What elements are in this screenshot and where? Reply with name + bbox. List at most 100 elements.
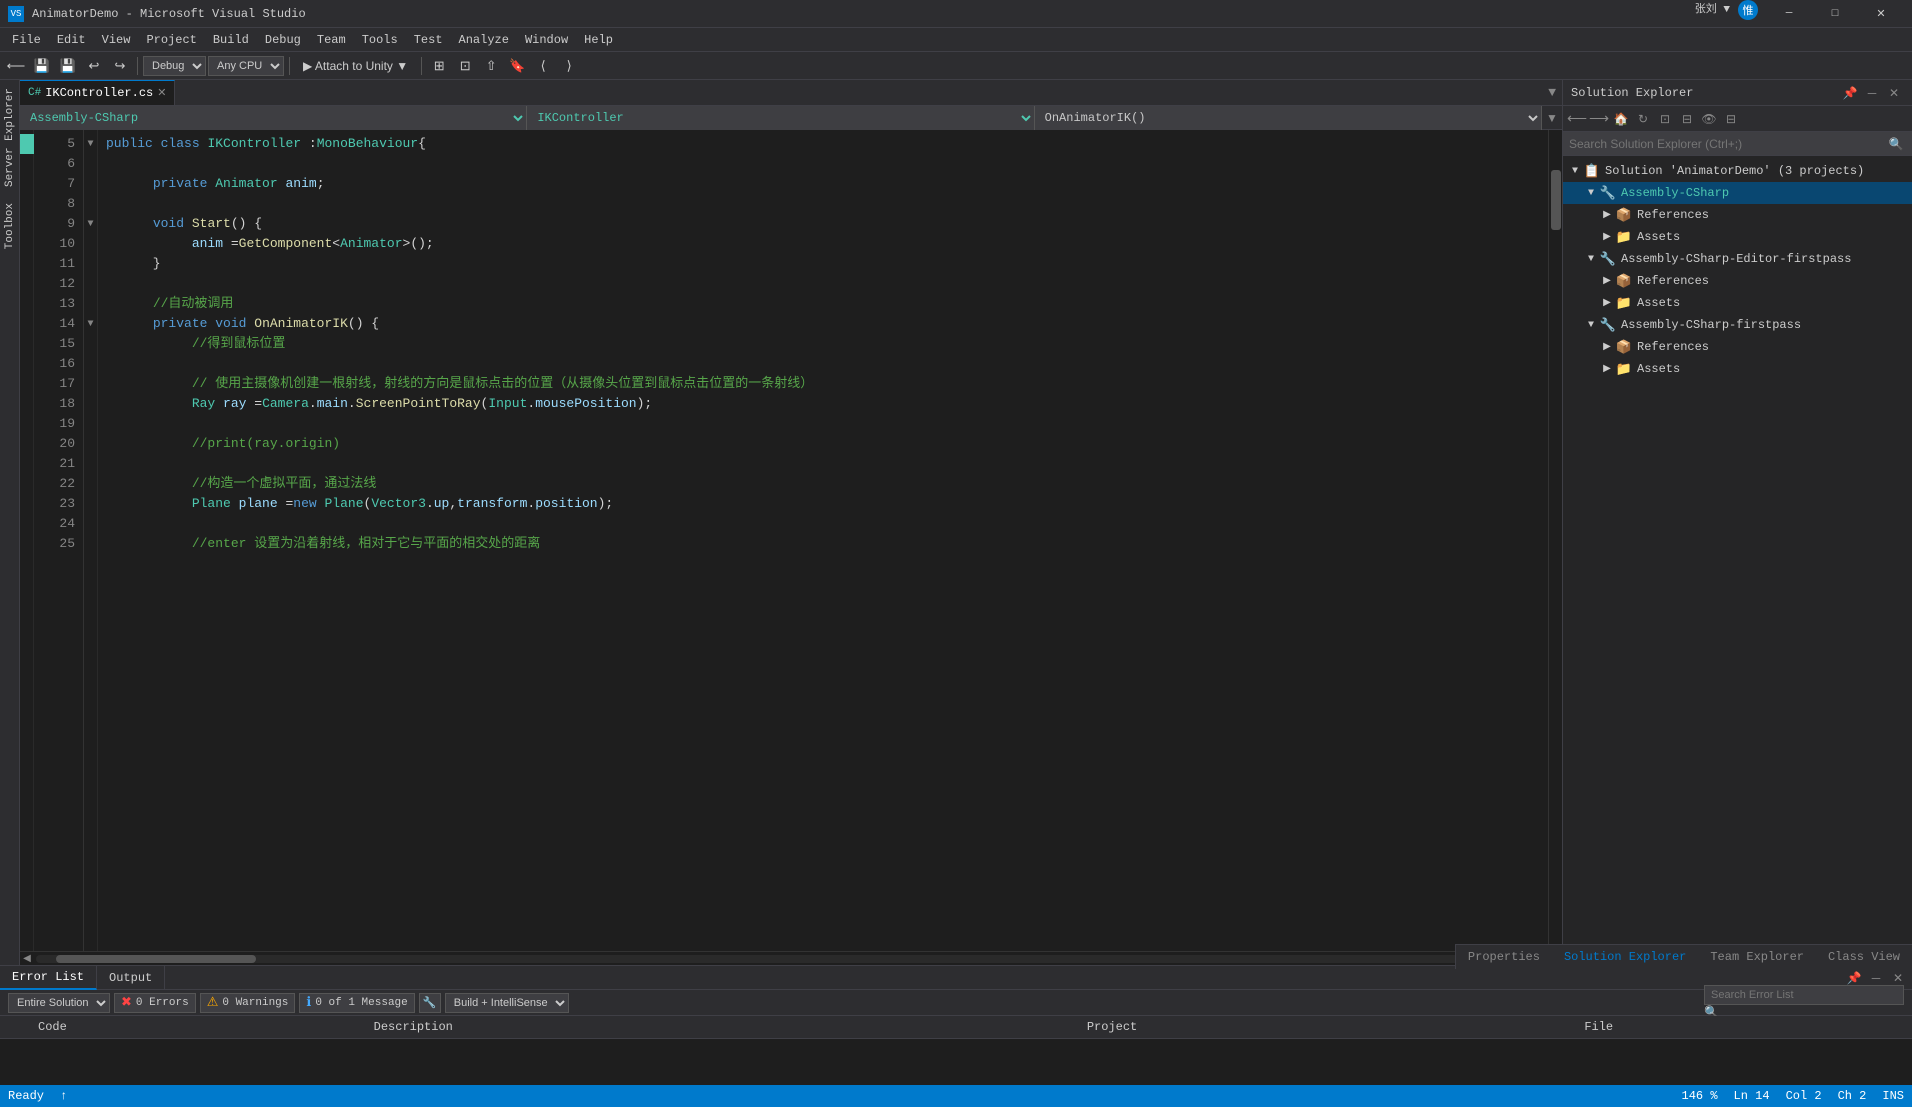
se-toolbar-filter[interactable]: ⊟: [1677, 109, 1697, 129]
status-zoom[interactable]: 146 %: [1682, 1089, 1718, 1103]
platform-dropdown[interactable]: Any CPU: [208, 56, 284, 76]
toolbar-btn-3[interactable]: ⇧: [479, 55, 503, 77]
toolbar-save-all[interactable]: 💾: [56, 55, 80, 77]
debug-config-dropdown[interactable]: Debug: [143, 56, 206, 76]
tab-close-button[interactable]: ✕: [157, 86, 166, 100]
se-collapse-button[interactable]: ─: [1862, 83, 1882, 103]
status-ln[interactable]: Ln 14: [1734, 1089, 1770, 1103]
solution-explorer-bottom-tab[interactable]: Solution Explorer: [1552, 945, 1698, 969]
se-toolbar-home[interactable]: 🏠: [1611, 109, 1631, 129]
properties-tab[interactable]: Properties: [1456, 945, 1552, 969]
toolbox-tab[interactable]: Toolbox: [0, 195, 19, 257]
tree-references-3[interactable]: ▶ 📦 References: [1563, 336, 1912, 358]
menu-test[interactable]: Test: [406, 28, 451, 52]
menu-window[interactable]: Window: [517, 28, 576, 52]
se-pin-button[interactable]: 📌: [1840, 83, 1860, 103]
statusbar: Ready ↑ 146 % Ln 14 Col 2 Ch 2 INS: [0, 1085, 1912, 1107]
status-ins[interactable]: INS: [1882, 1089, 1904, 1103]
minimize-button[interactable]: ─: [1766, 0, 1812, 28]
tab-list-dropdown[interactable]: ▼: [1542, 80, 1562, 105]
fold-btn-14[interactable]: ▼: [84, 314, 97, 334]
code-content[interactable]: public class IKController : MonoBehaviou…: [98, 130, 1548, 951]
server-explorer-tab[interactable]: Server Explorer: [0, 80, 19, 195]
menu-view[interactable]: View: [94, 28, 139, 52]
namespace-dropdown[interactable]: Assembly-CSharp: [20, 106, 527, 130]
menu-team[interactable]: Team: [309, 28, 354, 52]
build-filter[interactable]: Build + IntelliSense: [445, 993, 569, 1013]
tree-assets-2[interactable]: ▶ 📁 Assets: [1563, 292, 1912, 314]
se-close-button[interactable]: ✕: [1884, 83, 1904, 103]
status-ready[interactable]: Ready: [8, 1089, 44, 1103]
method-dropdown[interactable]: OnAnimatorIK(): [1035, 106, 1542, 130]
messages-filter-button[interactable]: ℹ 0 of 1 Message: [299, 993, 414, 1013]
menu-debug[interactable]: Debug: [257, 28, 309, 52]
status-ch[interactable]: Ch 2: [1838, 1089, 1867, 1103]
se-toolbar-stop[interactable]: ⊡: [1655, 109, 1675, 129]
se-toolbar-btn-2[interactable]: ⟶: [1589, 109, 1609, 129]
menu-analyze[interactable]: Analyze: [451, 28, 517, 52]
line-num-9: 9: [34, 214, 83, 234]
tree-assets-3[interactable]: ▶ 📁 Assets: [1563, 358, 1912, 380]
vertical-scrollbar[interactable]: [1548, 130, 1562, 951]
project-editor-firstpass[interactable]: ▼ 🔧 Assembly-CSharp-Editor-firstpass: [1563, 248, 1912, 270]
toolbar-undo[interactable]: ↩: [82, 55, 106, 77]
se-toolbar-btn-1[interactable]: ⟵: [1567, 109, 1587, 129]
toolbar-btn-5[interactable]: ⟨: [531, 55, 555, 77]
errors-filter-button[interactable]: ✖ 0 Errors: [114, 993, 196, 1013]
toolbar-btn-6[interactable]: ⟩: [557, 55, 581, 77]
se-search-icon[interactable]: 🔍: [1886, 134, 1906, 154]
col-project-header[interactable]: Project: [1079, 1016, 1577, 1038]
error-search-input[interactable]: [1704, 985, 1904, 1005]
col-icon-header[interactable]: [0, 1016, 30, 1038]
tree-assets-1[interactable]: ▶ 📁 Assets: [1563, 226, 1912, 248]
tree-references-1[interactable]: ▶ 📦 References: [1563, 204, 1912, 226]
fold-btn-5[interactable]: ▼: [84, 134, 97, 154]
team-explorer-tab[interactable]: Team Explorer: [1698, 945, 1816, 969]
menu-build[interactable]: Build: [205, 28, 257, 52]
warnings-filter-button[interactable]: ⚠ 0 Warnings: [200, 993, 296, 1013]
menu-tools[interactable]: Tools: [354, 28, 406, 52]
class-view-tab[interactable]: Class View: [1816, 945, 1912, 969]
menu-project[interactable]: Project: [138, 28, 204, 52]
toolbar-back[interactable]: ⟵: [4, 55, 28, 77]
toolbar-btn-2[interactable]: ⊡: [453, 55, 477, 77]
se-toolbar-refresh[interactable]: ↻: [1633, 109, 1653, 129]
toolbar-btn-1[interactable]: ⊞: [427, 55, 451, 77]
maximize-button[interactable]: □: [1812, 0, 1858, 28]
error-list-tab[interactable]: Error List: [0, 966, 97, 990]
se-search-input[interactable]: [1569, 137, 1886, 151]
toolbar-btn-4[interactable]: 🔖: [505, 55, 529, 77]
attach-to-unity-button[interactable]: ▶ Attach to Unity ▼: [295, 55, 416, 77]
se-toolbar-collapse-all[interactable]: ⊟: [1721, 109, 1741, 129]
tree-references-2[interactable]: ▶ 📦 References: [1563, 270, 1912, 292]
col-description-header[interactable]: Description: [366, 1016, 1079, 1038]
status-source-control[interactable]: ↑: [60, 1089, 67, 1103]
v-scroll-thumb[interactable]: [1551, 170, 1561, 230]
nav-expand-button[interactable]: ▼: [1542, 106, 1562, 130]
h-scroll-thumb[interactable]: [56, 955, 256, 963]
scope-filter[interactable]: Entire Solution: [8, 993, 110, 1013]
status-col[interactable]: Col 2: [1786, 1089, 1822, 1103]
output-tab[interactable]: Output: [97, 966, 165, 990]
col-file-header[interactable]: File: [1576, 1016, 1912, 1038]
col-code-header[interactable]: Code: [30, 1016, 366, 1038]
toolbar-save[interactable]: 💾: [30, 55, 54, 77]
horizontal-scrollbar[interactable]: ◀ ▶: [20, 951, 1562, 965]
code-area[interactable]: 5 6 7 8 9 10 11 12 13 14 15 16 17 18 19 …: [20, 130, 1562, 951]
solution-root[interactable]: ▼ 📋 Solution 'AnimatorDemo' (3 projects): [1563, 160, 1912, 182]
menu-file[interactable]: File: [4, 28, 49, 52]
h-scroll-left[interactable]: ◀: [20, 953, 34, 965]
close-button[interactable]: ✕: [1858, 0, 1904, 28]
filter-toggle-button[interactable]: 🔧: [419, 993, 441, 1013]
toolbar-redo[interactable]: ↪: [108, 55, 132, 77]
fold-line-12: [84, 274, 97, 294]
project-firstpass[interactable]: ▼ 🔧 Assembly-CSharp-firstpass: [1563, 314, 1912, 336]
menu-help[interactable]: Help: [576, 28, 621, 52]
code-line-25: //enter 设置为沿着射线，相对于它与平面的相交处的距离: [106, 534, 1548, 554]
class-dropdown[interactable]: IKController: [527, 106, 1034, 130]
active-tab[interactable]: C# IKController.cs ✕: [20, 80, 175, 105]
fold-btn-9[interactable]: ▼: [84, 214, 97, 234]
menu-edit[interactable]: Edit: [49, 28, 94, 52]
se-toolbar-preview[interactable]: 👁: [1699, 109, 1719, 129]
project-assembly-csharp[interactable]: ▼ 🔧 Assembly-CSharp: [1563, 182, 1912, 204]
